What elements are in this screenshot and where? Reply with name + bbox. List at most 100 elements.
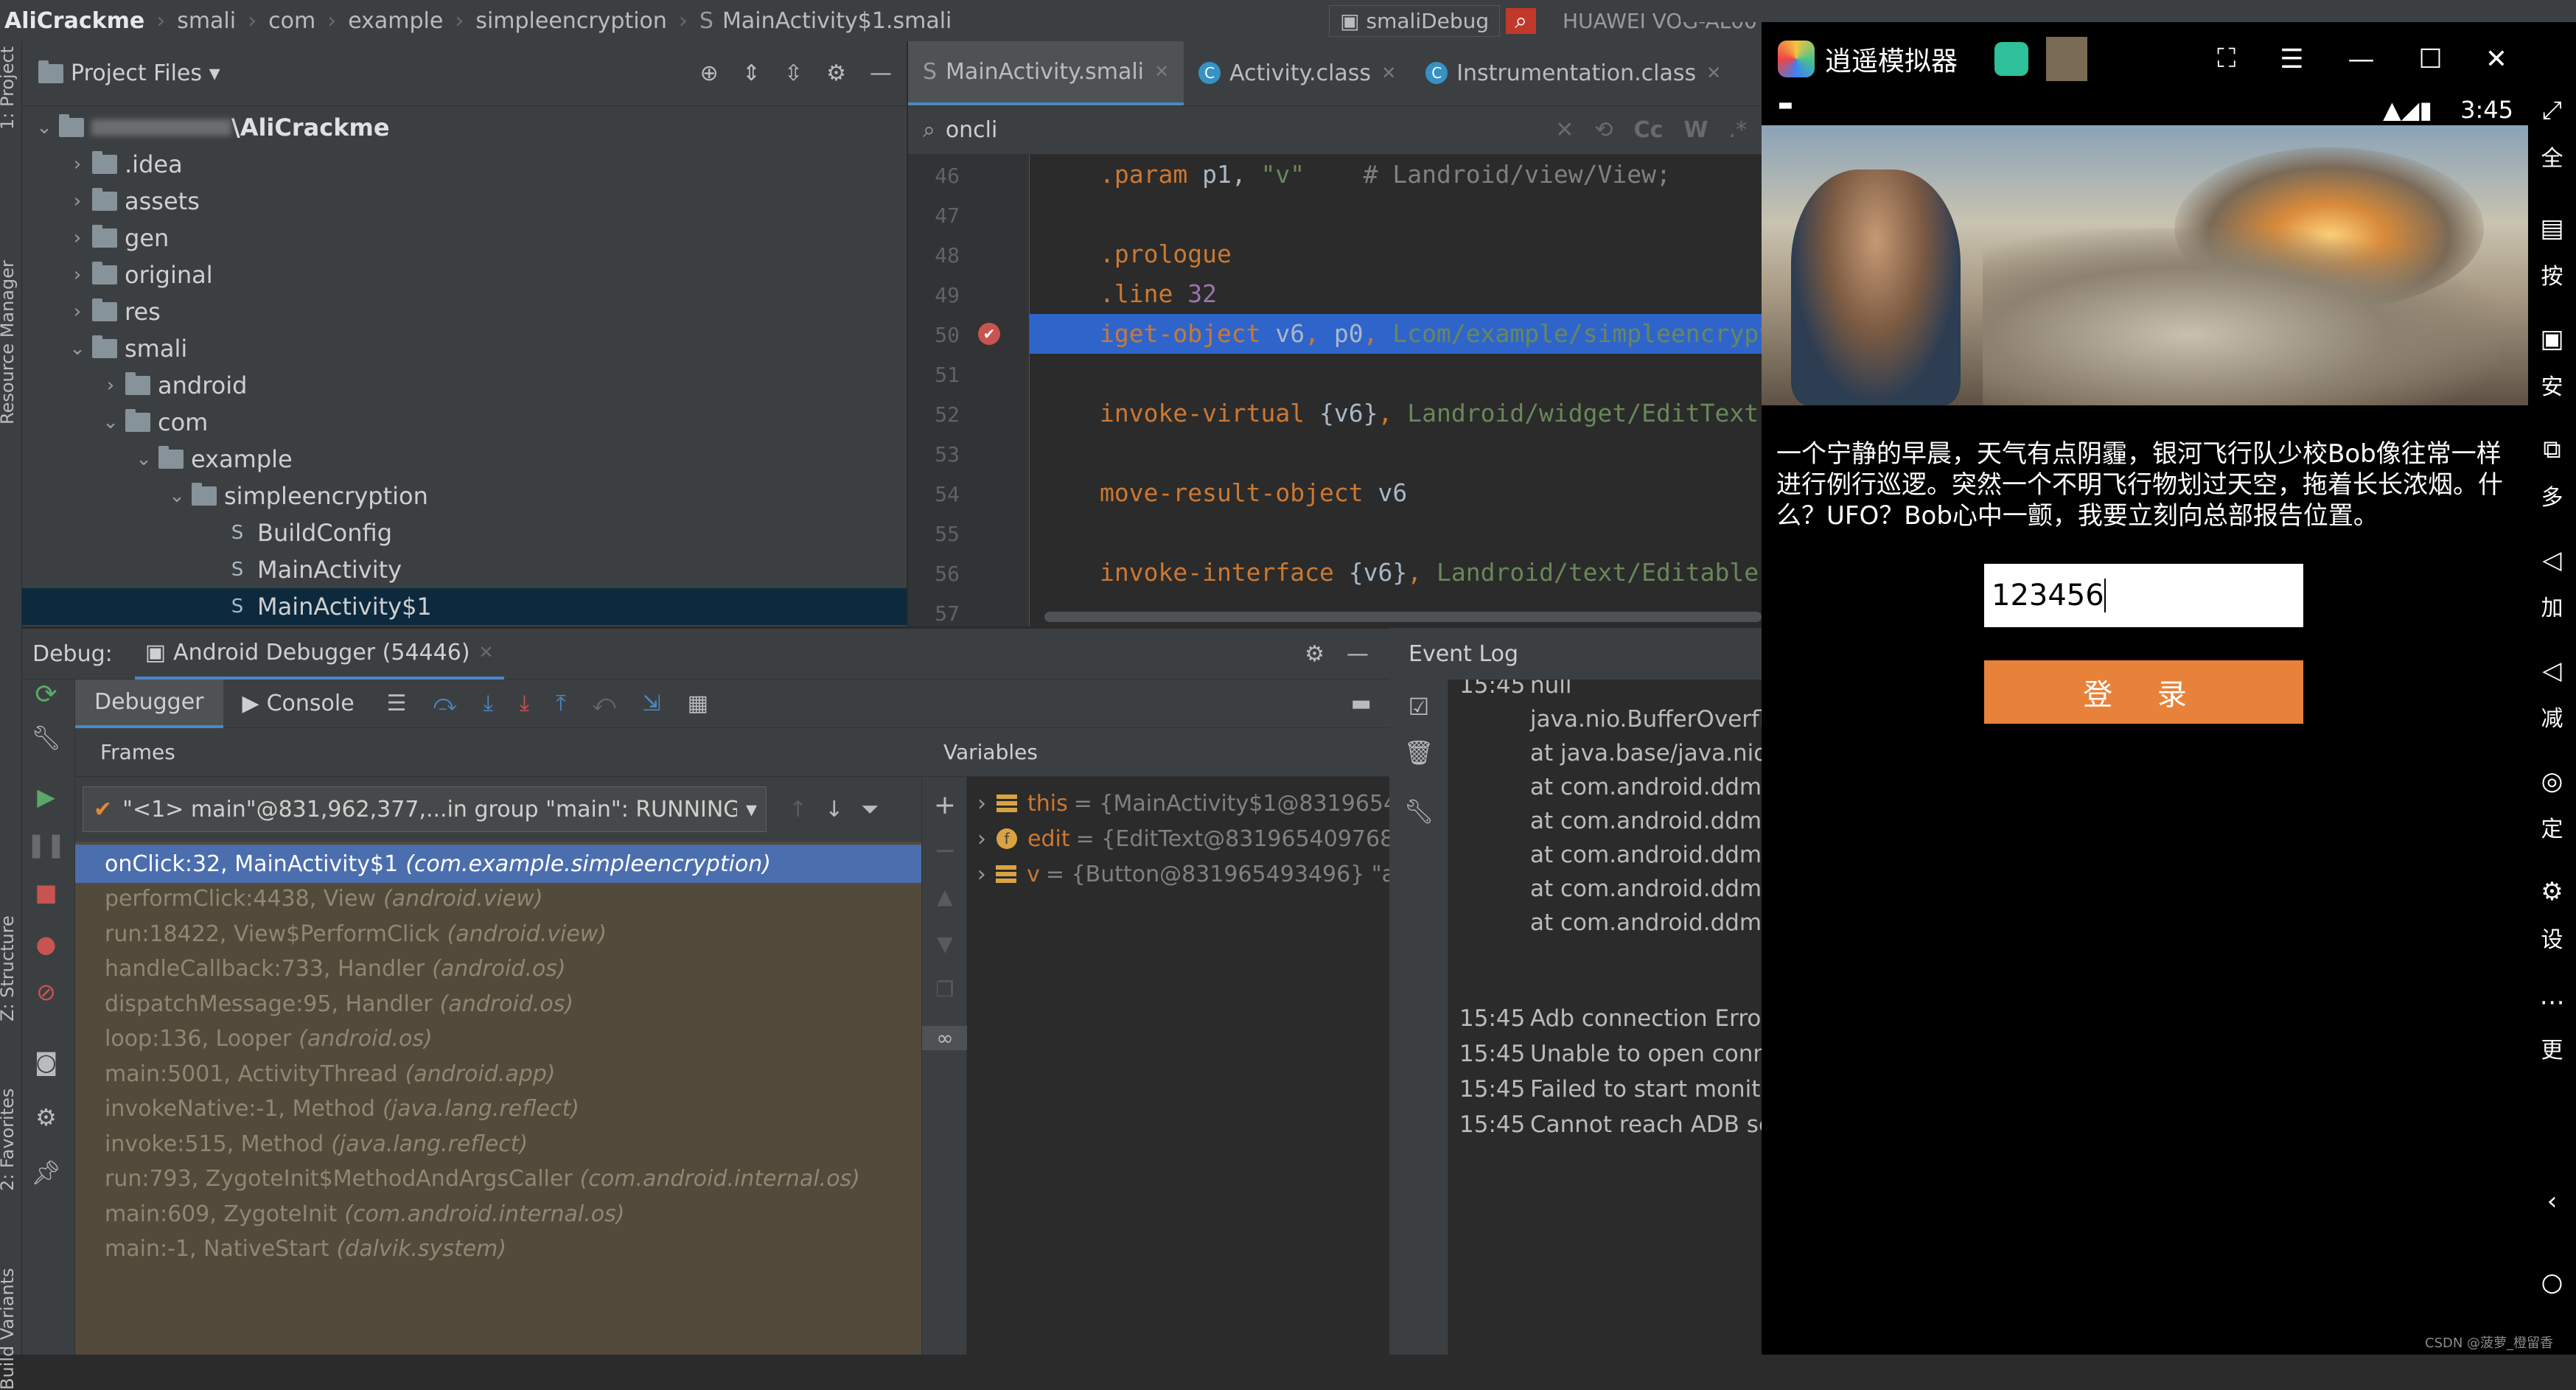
tree-item[interactable]: › android — [22, 367, 907, 404]
password-input[interactable]: 123456 — [1984, 564, 2303, 627]
close-icon[interactable]: ✕ — [479, 642, 494, 663]
breadcrumb-item-simpleencryption[interactable]: simpleencryption — [471, 8, 671, 34]
app-thumb-icon[interactable] — [2046, 37, 2088, 81]
stack-frame[interactable]: main:5001, ActivityThread (android.app) — [75, 1055, 921, 1093]
variable-row[interactable]: › v = {Button@831965493496} "an — [967, 855, 1389, 893]
remove-watch-icon[interactable]: − — [922, 836, 968, 866]
stop-icon[interactable]: ■ — [22, 879, 70, 907]
variable-row[interactable]: › f edit = {EditText@831965409768} — [967, 820, 1389, 858]
mute-breakpoints-icon[interactable]: ⊘ — [22, 978, 70, 1006]
close-icon[interactable]: ✕ — [2485, 44, 2507, 74]
code-line[interactable]: .prologue — [1030, 234, 1762, 274]
arrow-up-icon[interactable]: ↑ — [789, 797, 807, 823]
chevron-right-icon[interactable]: › — [967, 791, 996, 817]
tree-item[interactable]: S MainActivity$1 — [22, 588, 907, 625]
code-line[interactable] — [1030, 354, 1762, 394]
build-variants-tool-tab[interactable]: Build Variants — [0, 1268, 18, 1390]
back-icon[interactable]: ‹ — [2528, 1187, 2576, 1216]
stack-frame[interactable]: main:609, ZygoteInit (com.android.interna… — [75, 1195, 921, 1233]
chevron-right-icon[interactable]: › — [967, 862, 996, 887]
more-icon[interactable]: ⋯ — [2528, 988, 2576, 1017]
volume-up-icon[interactable]: ◁ — [2528, 545, 2576, 575]
add-watch-icon[interactable]: + — [922, 790, 968, 820]
watches-glasses-icon[interactable]: ∞ — [922, 1026, 968, 1050]
wrench-icon[interactable]: 🔧︎ — [22, 724, 70, 752]
trash-icon[interactable]: 🗑︎ — [1389, 738, 1448, 766]
code-line[interactable] — [1030, 195, 1762, 234]
chevron-right-icon[interactable]: › — [967, 826, 996, 852]
settings-icon[interactable]: ⚙ — [2528, 877, 2576, 907]
tree-item[interactable]: › .idea — [22, 146, 907, 183]
horizontal-scrollbar[interactable] — [1044, 612, 1762, 622]
multi-instance-icon[interactable]: ⧉ — [2528, 435, 2576, 464]
code-line[interactable]: .param p1, "v" # Landroid/view/View; — [1030, 155, 1762, 195]
stack-frame[interactable]: dispatchMessage:95, Handler (android.os) — [75, 985, 921, 1023]
settings-icon[interactable]: ⚙ — [22, 1103, 70, 1131]
stack-frame[interactable]: main:-1, NativeStart (dalvik.system) — [75, 1230, 921, 1268]
thread-select[interactable]: ✔ "<1> main"@831,962,377,...in group "ma… — [83, 786, 767, 832]
run-config-select[interactable]: ▣ smaliDebug — [1329, 4, 1501, 37]
sidebar-label-multi[interactable]: 多 — [2528, 479, 2576, 511]
whole-word-toggle[interactable]: W — [1683, 117, 1708, 143]
search-everywhere-icon[interactable]: ⌕ — [1506, 7, 1537, 34]
code-line[interactable] — [1030, 433, 1762, 473]
structure-tool-tab[interactable]: Z: Structure — [0, 915, 18, 1021]
close-icon[interactable]: ✕ — [1154, 61, 1169, 82]
sidebar-label-volume-down[interactable]: 减 — [2528, 700, 2576, 733]
filter-icon[interactable]: ⏷ — [861, 797, 879, 823]
editor-gutter[interactable]: 46 47 48 49 50 ✔ 51 52 53 54 55 56 57 — [908, 155, 1030, 626]
regex-toggle[interactable]: .* — [1728, 117, 1747, 143]
breakpoint-icon[interactable]: ✔ — [978, 323, 1000, 345]
location-icon[interactable]: ◎ — [2528, 766, 2576, 796]
code-line[interactable]: invoke-virtual {v6}, Landroid/widget/Edi… — [1030, 394, 1762, 433]
sidebar-label-keys[interactable]: 按 — [2528, 258, 2576, 290]
clear-icon[interactable]: ✕ — [1555, 117, 1574, 143]
project-tool-tab[interactable]: 1: Project — [0, 46, 18, 130]
close-icon[interactable]: ✕ — [1706, 63, 1721, 83]
favorites-tool-tab[interactable]: 2: Favorites — [0, 1089, 18, 1191]
expand-all-icon[interactable]: ⇕ — [742, 60, 761, 86]
debug-session-tab[interactable]: ▣ Android Debugger (54446) ✕ — [134, 628, 504, 680]
code-editor[interactable]: .param p1, "v" # Landroid/view/View; .pro… — [1030, 155, 1762, 626]
install-icon[interactable]: ▣ — [2528, 324, 2576, 354]
drop-frame-icon[interactable]: ⤺ — [592, 691, 615, 716]
stack-frame[interactable]: handleCallback:733, Handler (android.os) — [75, 950, 921, 988]
close-icon[interactable]: ✕ — [1381, 63, 1396, 83]
tree-root[interactable]: ⌄ \AliCrackme — [22, 109, 907, 146]
tree-item[interactable]: ⌄ example — [22, 441, 907, 478]
tab-instrumentation-class[interactable]: C Instrumentation.class ✕ — [1411, 41, 1736, 105]
gear-icon[interactable]: ⚙ — [826, 60, 846, 86]
step-into-icon[interactable]: ⤓ — [484, 691, 493, 716]
minimize-icon[interactable]: — — [1347, 641, 1369, 667]
tree-item[interactable]: › res — [22, 293, 907, 330]
stack-frame[interactable]: run:18422, View$PerformClick (android.vie… — [75, 915, 921, 953]
move-down-icon[interactable]: ▼ — [922, 932, 968, 956]
tree-item[interactable]: › gen — [22, 220, 907, 256]
resource-manager-tool-tab[interactable]: Resource Manager — [0, 260, 18, 425]
code-line[interactable]: iget-object v6, p0, Lcom/example/simplee… — [1030, 314, 1762, 354]
tree-item[interactable]: › original — [22, 256, 907, 293]
fullscreen-icon[interactable]: ⤢ — [2528, 96, 2576, 125]
stack-frame[interactable]: loop:136, Looper (android.os) — [75, 1020, 921, 1058]
breadcrumb-project[interactable]: AliCrackme — [0, 8, 149, 34]
pause-icon[interactable]: ❚❚ — [22, 831, 70, 859]
menu-icon[interactable]: ☰ — [2280, 44, 2303, 74]
restore-layout-icon[interactable]: ▬ — [1351, 691, 1372, 716]
pin-icon[interactable]: 📌︎ — [22, 1159, 70, 1187]
gear-icon[interactable]: ⚙ — [1305, 641, 1324, 667]
view-breakpoints-icon[interactable]: ● — [22, 930, 70, 958]
fullscreen-icon[interactable]: ⛶ — [2217, 43, 2235, 74]
copy-icon[interactable]: ❐ — [922, 977, 968, 1002]
search-input[interactable]: oncli — [946, 117, 1545, 143]
run-to-cursor-icon[interactable]: ⇲ — [643, 691, 661, 716]
tree-item[interactable]: › assets — [22, 183, 907, 220]
stack-frame[interactable]: invoke:515, Method (java.lang.reflect) — [75, 1125, 921, 1163]
locate-icon[interactable]: ⊕ — [700, 60, 719, 86]
tab-mainactivity-smali[interactable]: S MainActivity.smali ✕ — [908, 41, 1184, 105]
sidebar-label-volume-up[interactable]: 加 — [2528, 590, 2576, 622]
sidebar-label-more[interactable]: 更 — [2528, 1032, 2576, 1064]
sidebar-label-location[interactable]: 定 — [2528, 811, 2576, 843]
sidebar-label-settings[interactable]: 设 — [2528, 921, 2576, 954]
tree-item[interactable]: ⌄ smali — [22, 330, 907, 367]
minimize-icon[interactable]: — — [2348, 44, 2375, 74]
